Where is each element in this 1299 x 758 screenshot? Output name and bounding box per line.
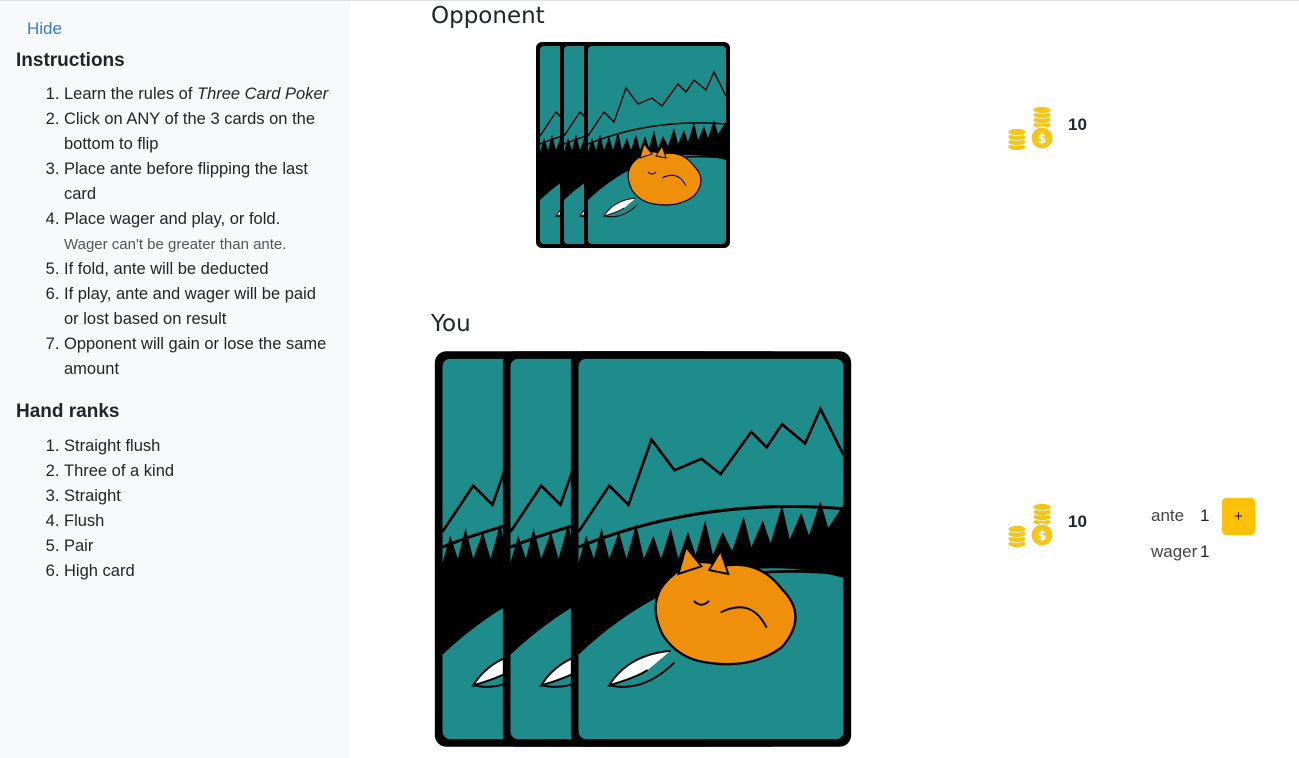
opponent-label: Opponent <box>431 3 545 29</box>
hand-rank-item: Three of a kind <box>64 459 334 484</box>
player-coins-icon: $ <box>1006 496 1056 548</box>
wager-label: wager <box>1151 542 1198 561</box>
instruction-item: Click on ANY of the 3 cards on the botto… <box>64 107 334 157</box>
instruction-item: If play, ante and wager will be paid or … <box>64 282 334 332</box>
opponent-card-3 <box>582 40 732 250</box>
instructions-sidebar: Hide Instructions Learn the rules of Thr… <box>0 1 350 758</box>
opponent-coin-count: 10 <box>1068 115 1087 134</box>
instruction-item: Learn the rules of Three Card Poker <box>64 82 334 107</box>
opponent-coins-icon: $ <box>1006 99 1056 151</box>
hand-rank-item: Pair <box>64 534 334 559</box>
hand-ranks-title: Hand ranks <box>16 401 120 422</box>
instruction-item: Opponent will gain or lose the same amou… <box>64 332 334 382</box>
increase-ante-button[interactable]: + <box>1222 498 1255 535</box>
ante-value: 1 <box>1200 506 1210 525</box>
hand-rank-item: High card <box>64 559 334 584</box>
wager-value: 1 <box>1200 542 1210 561</box>
ante-label: ante <box>1151 506 1185 525</box>
player-card-3[interactable] <box>567 347 855 751</box>
hand-rank-item: Flush <box>64 509 334 534</box>
instructions-list: Learn the rules of Three Card Poker Clic… <box>0 82 334 382</box>
instruction-item: If fold, ante will be deducted <box>64 257 334 282</box>
hand-rank-item: Straight <box>64 484 334 509</box>
instruction-item: Place ante before flipping the last card <box>64 157 334 207</box>
svg-text:$: $ <box>1037 132 1046 147</box>
instruction-note: Wager can't be greater than ante. <box>64 236 287 253</box>
hand-ranks-list: Straight flush Three of a kind Straight … <box>0 434 334 584</box>
hand-rank-item: Straight flush <box>64 434 334 459</box>
hide-sidebar-link[interactable]: Hide <box>27 19 62 39</box>
instruction-item: Place wager and play, or fold.Wager can'… <box>64 207 334 257</box>
svg-text:$: $ <box>1037 529 1046 544</box>
player-coin-count: 10 <box>1068 512 1087 531</box>
instructions-title: Instructions <box>16 50 125 71</box>
player-label: You <box>431 311 471 337</box>
